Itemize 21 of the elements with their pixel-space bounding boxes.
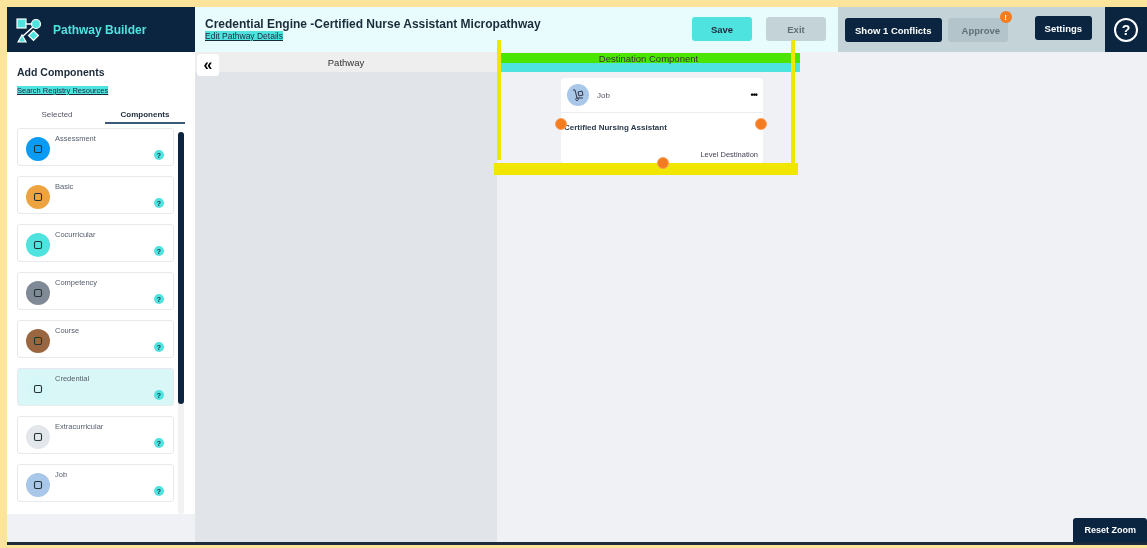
- more-menu-button[interactable]: •••: [750, 90, 757, 100]
- reset-zoom-button[interactable]: Reset Zoom: [1073, 518, 1147, 542]
- column-title: Destination Component: [598, 53, 699, 64]
- warning-badge: !: [999, 11, 1012, 23]
- card-type: Job: [597, 90, 611, 100]
- card-title: Certified Nursing Assistant: [564, 123, 668, 132]
- pathway-title: Credential Engine -Certified Nurse Assistant Micropathway: [205, 17, 542, 31]
- scrollbar-thumb[interactable]: [178, 132, 184, 404]
- pathway-logo-icon: [15, 15, 43, 44]
- edit-pathway-link[interactable]: Edit Pathway Details: [205, 31, 283, 41]
- hand-truck-icon: [567, 84, 589, 106]
- collapse-button[interactable]: «: [197, 54, 219, 76]
- settings-button[interactable]: Settings: [1034, 16, 1093, 40]
- sidebar-tab[interactable]: Selected: [17, 107, 97, 124]
- app-title: Pathway Builder: [53, 22, 147, 37]
- column-title: Pathway: [327, 56, 365, 68]
- sidebar-title: Add Components: [17, 66, 106, 78]
- help-button[interactable]: ?: [1114, 17, 1138, 42]
- conflicts-button[interactable]: Show 1 Conflicts: [845, 18, 942, 42]
- sidebar-tab[interactable]: Components: [105, 107, 185, 124]
- save-button[interactable]: Save: [692, 17, 752, 41]
